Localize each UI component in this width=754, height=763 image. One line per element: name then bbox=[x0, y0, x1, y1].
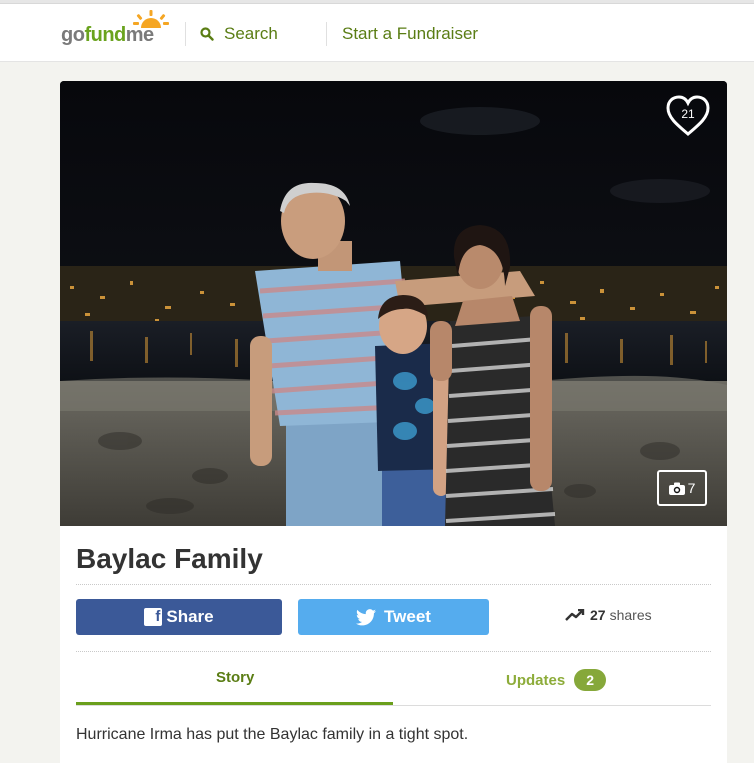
photo-count: 7 bbox=[687, 480, 696, 496]
camera-icon bbox=[668, 482, 685, 495]
nav-divider bbox=[185, 22, 186, 46]
tweet-button[interactable]: Tweet bbox=[298, 599, 489, 635]
campaign-card: 21 7 Baylac Family f Share Tweet 27 shar… bbox=[60, 81, 727, 763]
campaign-title: Baylac Family bbox=[76, 543, 263, 574]
search-link[interactable]: Search bbox=[200, 23, 278, 45]
gofundme-logo[interactable]: gofundme bbox=[61, 10, 171, 50]
tweet-label: Tweet bbox=[384, 607, 431, 626]
nav-divider bbox=[326, 22, 327, 46]
facebook-icon: f bbox=[144, 608, 163, 626]
search-icon bbox=[200, 27, 214, 41]
tab-updates[interactable]: Updates 2 bbox=[506, 669, 607, 691]
logo-sun-icon bbox=[133, 10, 169, 28]
campaign-photo-image bbox=[60, 81, 727, 526]
shares-label: shares bbox=[609, 607, 652, 623]
twitter-icon bbox=[356, 608, 377, 626]
tab-story[interactable]: Story bbox=[216, 669, 254, 686]
trending-up-icon bbox=[565, 609, 585, 621]
logo-go: go bbox=[61, 24, 85, 46]
share-label: Share bbox=[166, 607, 214, 626]
story-text: Hurricane Irma has put the Baylac family… bbox=[76, 726, 469, 743]
tab-baseline bbox=[76, 705, 711, 706]
facebook-share-button[interactable]: f Share bbox=[76, 599, 282, 635]
divider bbox=[76, 651, 711, 652]
site-header: gofundme Search Start a Fundraiser bbox=[0, 4, 754, 62]
heart-button[interactable]: 21 bbox=[664, 94, 712, 138]
heart-count: 21 bbox=[681, 107, 695, 121]
updates-count-badge: 2 bbox=[574, 669, 607, 691]
tab-updates-label: Updates bbox=[506, 671, 566, 689]
start-fundraiser-link[interactable]: Start a Fundraiser bbox=[342, 24, 478, 44]
shares-count: 27 bbox=[590, 607, 606, 623]
campaign-photo[interactable]: 21 7 bbox=[60, 81, 727, 526]
logo-fund: fund bbox=[84, 24, 126, 46]
search-label: Search bbox=[224, 24, 278, 43]
photo-gallery-button[interactable]: 7 bbox=[657, 470, 707, 506]
shares-counter: 27 shares bbox=[565, 607, 652, 623]
divider bbox=[76, 584, 711, 585]
tab-active-indicator bbox=[76, 702, 393, 705]
